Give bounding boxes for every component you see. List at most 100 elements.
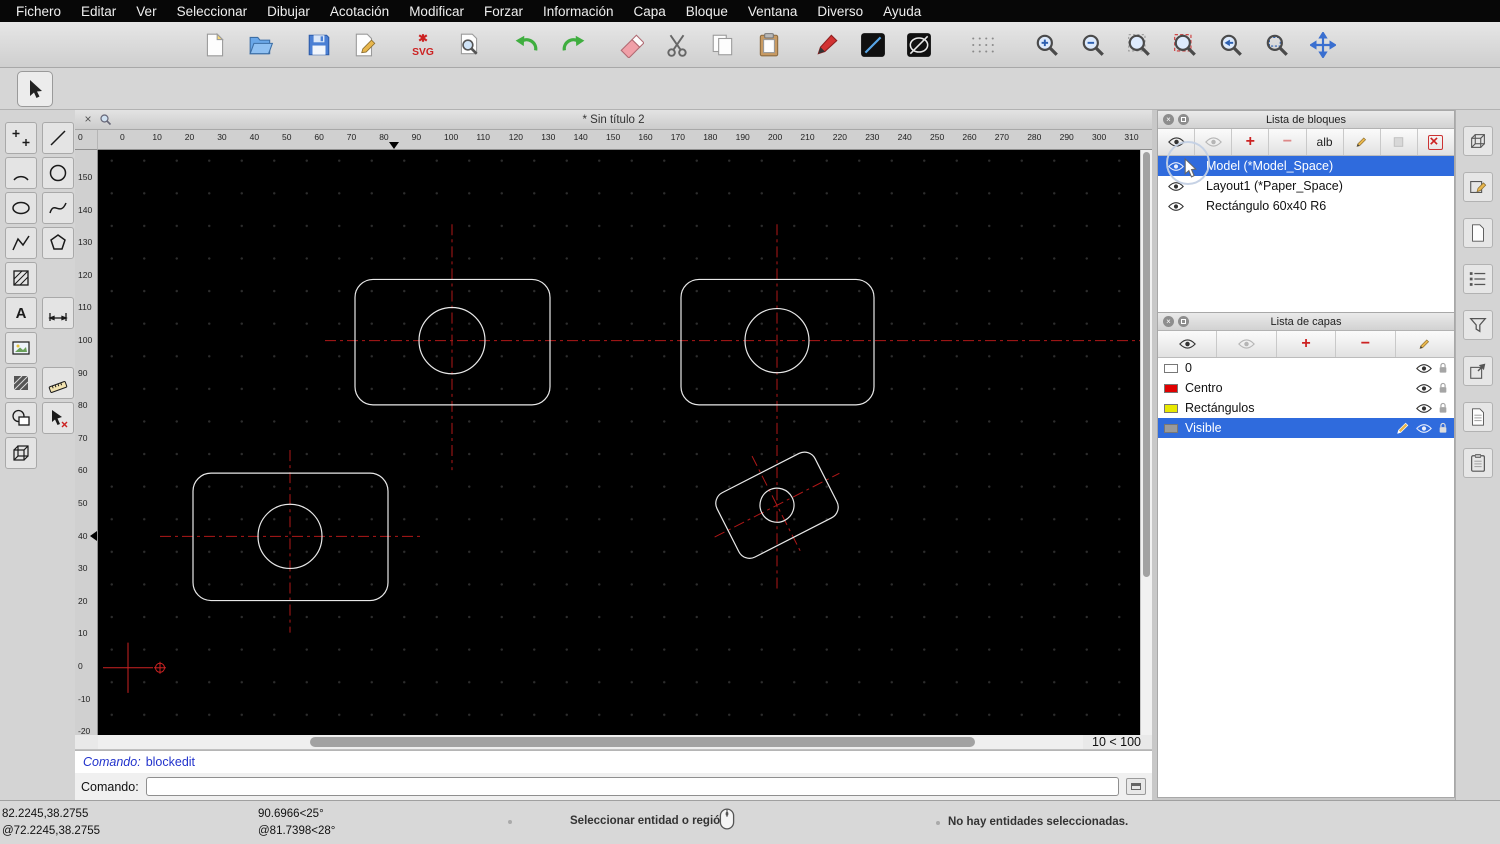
hide-all-layers-button[interactable] xyxy=(1217,331,1277,357)
grid-toggle-button[interactable] xyxy=(960,27,1006,63)
zoom-selection-button[interactable] xyxy=(1168,27,1202,63)
point-entity[interactable] xyxy=(154,661,166,674)
layer-visibility-eye-icon[interactable] xyxy=(1416,383,1432,394)
layer-visibility-eye-icon[interactable] xyxy=(1416,363,1432,374)
layer-color-swatch[interactable] xyxy=(1164,363,1178,373)
menu-item-modificar[interactable]: Modificar xyxy=(399,4,474,19)
menu-item-ayuda[interactable]: Ayuda xyxy=(873,4,931,19)
spline-tool[interactable] xyxy=(42,192,74,224)
selection-tool-button[interactable] xyxy=(17,71,53,107)
centerlines[interactable] xyxy=(160,224,1140,633)
vertical-scrollbar-thumb[interactable] xyxy=(1143,152,1150,577)
layer-lock-icon[interactable] xyxy=(1438,422,1448,434)
close-panel-icon[interactable]: × xyxy=(1163,316,1174,327)
drawing-canvas-area[interactable] xyxy=(98,150,1140,735)
command-input[interactable] xyxy=(145,777,1119,796)
block-row-rectangulo[interactable]: Rectángulo 60x40 R6 xyxy=(1158,196,1454,216)
page-dock-button[interactable] xyxy=(1463,218,1493,248)
library-dock-button[interactable] xyxy=(1463,356,1493,386)
horizontal-scrollbar[interactable] xyxy=(98,735,1083,749)
pen-properties-button[interactable] xyxy=(810,27,844,63)
svg-export-button[interactable]: SVG xyxy=(406,27,440,63)
window-zoom-button[interactable] xyxy=(1260,27,1294,63)
layer-lock-icon[interactable] xyxy=(1438,382,1448,394)
auto-zoom-button[interactable] xyxy=(1122,27,1156,63)
float-panel-icon[interactable] xyxy=(1178,114,1189,125)
text-tool[interactable]: A xyxy=(5,297,37,329)
menu-item-forzar[interactable]: Forzar xyxy=(474,4,533,19)
layer-row-visible[interactable]: Visible xyxy=(1158,418,1454,438)
new-file-button[interactable] xyxy=(198,27,232,63)
layer-lock-icon[interactable] xyxy=(1438,402,1448,414)
menu-item-ventana[interactable]: Ventana xyxy=(738,4,808,19)
layer-row-centro[interactable]: Centro xyxy=(1158,378,1454,398)
zoom-out-button[interactable] xyxy=(1076,27,1110,63)
copy-button[interactable] xyxy=(706,27,740,63)
print-preview-button[interactable] xyxy=(452,27,486,63)
list-dock-button[interactable] xyxy=(1463,264,1493,294)
layer-row-rectangulos[interactable]: Rectángulos xyxy=(1158,398,1454,418)
layer-color-swatch[interactable] xyxy=(1164,403,1178,413)
hatch-tool[interactable] xyxy=(5,262,37,294)
layer-color-swatch[interactable] xyxy=(1164,423,1178,433)
menu-item-editar[interactable]: Editar xyxy=(71,4,126,19)
menu-item-dibujar[interactable]: Dibujar xyxy=(257,4,320,19)
attributes-circle-button[interactable] xyxy=(902,27,936,63)
isometric-tool[interactable] xyxy=(5,437,37,469)
paste-button[interactable] xyxy=(752,27,786,63)
show-all-layers-button[interactable] xyxy=(1158,331,1218,357)
horizontal-scrollbar-thumb[interactable] xyxy=(310,737,975,747)
remove-layer-button[interactable]: − xyxy=(1336,331,1396,357)
menu-item-seleccionar[interactable]: Seleccionar xyxy=(167,4,258,19)
delete-eraser-button[interactable] xyxy=(614,27,648,63)
line-tool[interactable] xyxy=(42,122,74,154)
hole-circle-bottom-left[interactable] xyxy=(257,503,323,570)
menu-item-diverso[interactable]: Diverso xyxy=(807,4,873,19)
image-tool[interactable] xyxy=(5,332,37,364)
float-panel-icon[interactable] xyxy=(1178,316,1189,327)
add-layer-button[interactable]: + xyxy=(1276,331,1337,357)
remove-block-button[interactable]: − xyxy=(1269,129,1307,155)
circle-tool[interactable] xyxy=(42,157,74,189)
cut-button[interactable] xyxy=(660,27,694,63)
attributes-line-button[interactable] xyxy=(856,27,890,63)
shape-library-tool[interactable] xyxy=(5,402,37,434)
rectangle-block-entities[interactable] xyxy=(192,278,875,602)
open-file-button[interactable] xyxy=(244,27,278,63)
ellipse-tool[interactable] xyxy=(5,192,37,224)
redo-button[interactable] xyxy=(556,27,590,63)
arc-tool[interactable] xyxy=(5,157,37,189)
layer-visibility-eye-icon[interactable] xyxy=(1416,423,1432,434)
rename-block-button[interactable]: alb xyxy=(1306,129,1344,155)
layer-row-0[interactable]: 0 xyxy=(1158,358,1454,378)
save-as-button[interactable] xyxy=(348,27,382,63)
drawing-canvas[interactable] xyxy=(98,150,1140,735)
save-button[interactable] xyxy=(302,27,336,63)
menu-item-ver[interactable]: Ver xyxy=(126,4,166,19)
insert-block-button[interactable] xyxy=(1380,129,1418,155)
layer-color-swatch[interactable] xyxy=(1164,383,1178,393)
viewport-dock-button[interactable] xyxy=(1463,126,1493,156)
menu-item-fichero[interactable]: Fichero xyxy=(6,4,71,19)
solid-fill-tool[interactable] xyxy=(5,367,37,399)
polyline-tool[interactable] xyxy=(5,227,37,259)
measure-tool[interactable] xyxy=(42,367,74,399)
polygon-tool[interactable] xyxy=(42,227,74,259)
clipboard-dock-button[interactable] xyxy=(1463,448,1493,478)
purge-blocks-button[interactable]: × xyxy=(1417,129,1454,155)
edit-layer-button[interactable] xyxy=(1395,331,1455,357)
zoom-in-button[interactable] xyxy=(1030,27,1064,63)
edit-block-button[interactable] xyxy=(1343,129,1381,155)
undo-button[interactable] xyxy=(510,27,544,63)
menu-item-acotacion[interactable]: Acotación xyxy=(320,4,399,19)
layer-lock-icon[interactable] xyxy=(1438,362,1448,374)
pan-button[interactable] xyxy=(1306,27,1340,63)
dimension-tool[interactable] xyxy=(42,297,74,329)
menu-item-bloque[interactable]: Bloque xyxy=(676,4,738,19)
command-options-button[interactable] xyxy=(1126,778,1146,795)
block-visibility-eye-icon[interactable] xyxy=(1168,201,1184,212)
layer-visibility-eye-icon[interactable] xyxy=(1416,403,1432,414)
menu-item-capa[interactable]: Capa xyxy=(624,4,676,19)
menu-item-informacion[interactable]: Información xyxy=(533,4,624,19)
snap-tool[interactable] xyxy=(42,402,74,434)
